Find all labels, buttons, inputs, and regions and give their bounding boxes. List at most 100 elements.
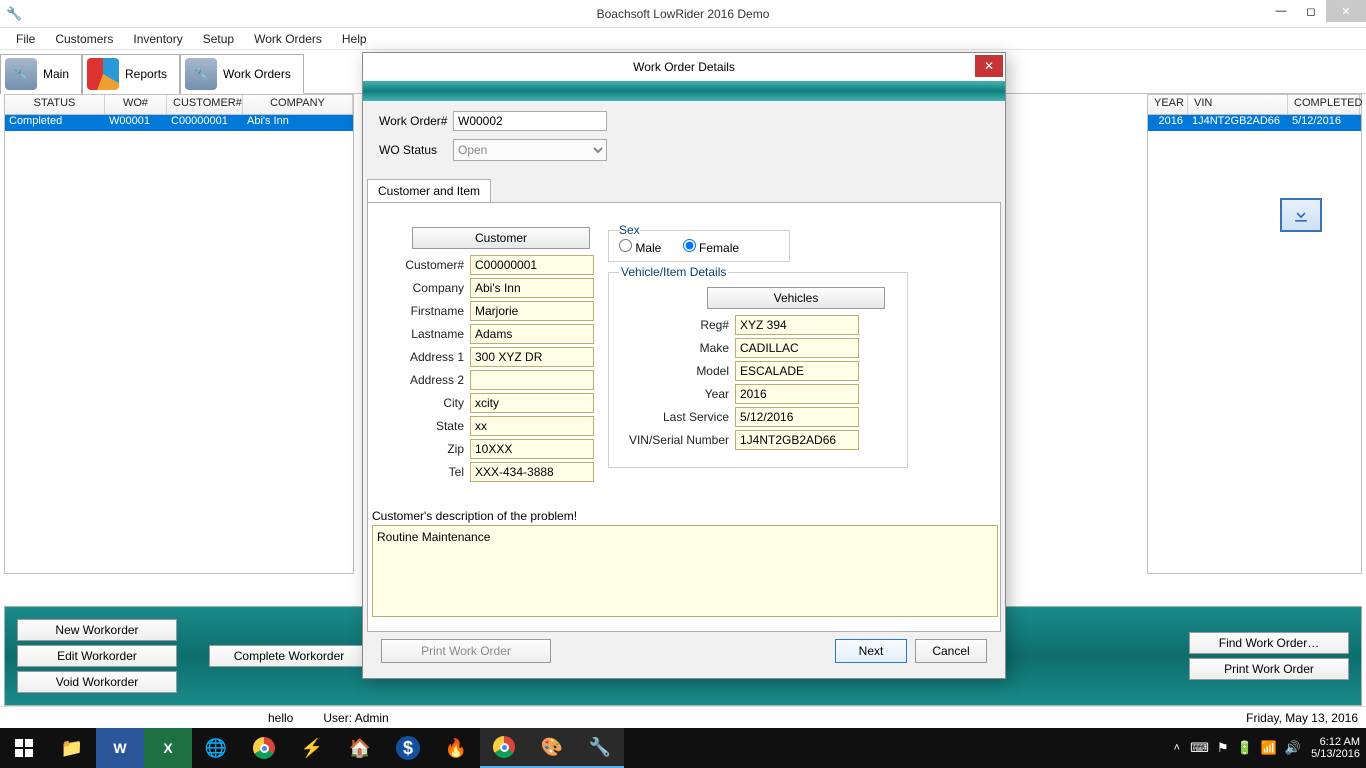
col-status[interactable]: STATUS xyxy=(5,95,105,114)
work-order-details-dialog: Work Order Details ✕ Work Order# WO Stat… xyxy=(362,52,1006,679)
firstname-label: Firstname xyxy=(392,304,464,318)
download-button[interactable] xyxy=(1280,198,1322,232)
sex-legend: Sex xyxy=(619,223,640,237)
company-input[interactable] xyxy=(470,278,594,298)
flame-icon[interactable]: 🔥 xyxy=(432,728,480,768)
col-wo[interactable]: WO# xyxy=(105,95,167,114)
col-company[interactable]: COMPANY xyxy=(243,95,353,114)
paint-icon[interactable]: 🎨 xyxy=(528,728,576,768)
reg-label: Reg# xyxy=(619,318,729,332)
dialog-next-button[interactable]: Next xyxy=(835,639,907,663)
dialog-titlebar: Work Order Details ✕ xyxy=(363,53,1005,81)
tel-input[interactable] xyxy=(470,462,594,482)
tab-customer-item[interactable]: Customer and Item xyxy=(367,179,491,202)
wrench-icon: 🔧 xyxy=(5,58,37,90)
tray-icons[interactable]: ⌨ ⚑ 🔋 📶 🔊 xyxy=(1190,740,1301,756)
wo-number-label: Work Order# xyxy=(379,114,453,128)
dialog-close-button[interactable]: ✕ xyxy=(975,55,1003,77)
edit-workorder-button[interactable]: Edit Workorder xyxy=(17,645,177,667)
model-label: Model xyxy=(619,364,729,378)
menu-customers[interactable]: Customers xyxy=(45,30,123,48)
menu-setup[interactable]: Setup xyxy=(193,30,244,48)
vehicle-grid[interactable]: YEAR VIN COMPLETED 2016 1J4NT2GB2AD66 5/… xyxy=(1147,94,1362,574)
minimize-button[interactable]: — xyxy=(1266,0,1296,22)
volume-icon[interactable]: 🔊 xyxy=(1285,740,1301,756)
find-workorder-button[interactable]: Find Work Order… xyxy=(1189,632,1349,654)
model-input[interactable] xyxy=(735,361,859,381)
dialog-band xyxy=(363,81,1005,101)
firstname-input[interactable] xyxy=(470,301,594,321)
window-title: Boachsoft LowRider 2016 Demo xyxy=(597,7,770,21)
year-input[interactable] xyxy=(735,384,859,404)
wo-number-input[interactable] xyxy=(453,111,607,131)
col-completed[interactable]: COMPLETED xyxy=(1288,95,1360,114)
sex-female-option[interactable]: Female xyxy=(683,241,739,255)
app-icon: 🔧 xyxy=(6,6,22,22)
complete-workorder-button[interactable]: Complete Workorder xyxy=(209,645,369,667)
menu-work-orders[interactable]: Work Orders xyxy=(244,30,332,48)
taskbar: 📁 W X 🌐 ⚡ 🏠 $ 🔥 🎨 🔧 ˄ ⌨ ⚑ 🔋 📶 🔊 6:12 AM … xyxy=(0,728,1366,768)
new-workorder-button[interactable]: New Workorder xyxy=(17,619,177,641)
explorer-icon[interactable]: 📁 xyxy=(48,728,96,768)
address1-input[interactable] xyxy=(470,347,594,367)
menu-help[interactable]: Help xyxy=(332,30,377,48)
window-titlebar: 🔧 Boachsoft LowRider 2016 Demo — ◻ ✕ xyxy=(0,0,1366,28)
chrome-icon[interactable] xyxy=(240,728,288,768)
last-service-label: Last Service xyxy=(619,410,729,424)
col-year[interactable]: YEAR xyxy=(1148,95,1188,114)
address2-input[interactable] xyxy=(470,370,594,390)
dialog-print-button[interactable]: Print Work Order xyxy=(381,639,551,663)
sex-male-option[interactable]: Male xyxy=(619,241,661,255)
last-service-input[interactable] xyxy=(735,407,859,427)
wo-status-select[interactable]: Open xyxy=(453,139,607,161)
col-customer[interactable]: CUSTOMER# xyxy=(167,95,243,114)
tab-main[interactable]: 🔧 Main xyxy=(0,54,82,94)
battery-icon[interactable]: 🔋 xyxy=(1237,740,1253,756)
chrome-task-icon[interactable] xyxy=(480,728,528,768)
flag-icon[interactable]: ⚑ xyxy=(1217,740,1229,756)
tray-up-icon[interactable]: ˄ xyxy=(1174,742,1180,754)
wifi-icon[interactable]: 📶 xyxy=(1261,740,1277,756)
description-textarea[interactable] xyxy=(372,525,998,617)
tab-main-label: Main xyxy=(43,67,69,81)
pie-chart-icon xyxy=(87,58,119,90)
dialog-cancel-button[interactable]: Cancel xyxy=(915,639,987,663)
vin-input[interactable] xyxy=(735,430,859,450)
maximize-button[interactable]: ◻ xyxy=(1296,0,1326,22)
taskbar-clock[interactable]: 6:12 AM 5/13/2016 xyxy=(1311,736,1360,760)
excel-icon[interactable]: X xyxy=(144,728,192,768)
customer-number-input[interactable] xyxy=(470,255,594,275)
print-workorder-button[interactable]: Print Work Order xyxy=(1189,658,1349,680)
close-button[interactable]: ✕ xyxy=(1326,0,1366,22)
work-orders-grid[interactable]: STATUS WO# CUSTOMER# COMPANY Completed W… xyxy=(4,94,354,574)
start-button[interactable] xyxy=(0,728,48,768)
col-vin[interactable]: VIN xyxy=(1188,95,1288,114)
keyboard-icon[interactable]: ⌨ xyxy=(1190,740,1209,756)
city-input[interactable] xyxy=(470,393,594,413)
status-user: User: Admin xyxy=(323,711,388,725)
vehicle-legend: Vehicle/Item Details xyxy=(619,265,728,279)
tab-reports-label: Reports xyxy=(125,67,167,81)
tab-reports[interactable]: Reports xyxy=(82,54,180,94)
make-input[interactable] xyxy=(735,338,859,358)
app-task-icon[interactable]: 🔧 xyxy=(576,728,624,768)
menubar: File Customers Inventory Setup Work Orde… xyxy=(0,28,1366,50)
void-workorder-button[interactable]: Void Workorder xyxy=(17,671,177,693)
dollar-icon[interactable]: $ xyxy=(384,728,432,768)
bolt-icon[interactable]: ⚡ xyxy=(288,728,336,768)
status-bar: hello User: Admin Friday, May 13, 2016 xyxy=(0,706,1366,728)
house-icon[interactable]: 🏠 xyxy=(336,728,384,768)
table-row[interactable]: Completed W00001 C00000001 Abi's Inn xyxy=(5,115,353,131)
ie-icon[interactable]: 🌐 xyxy=(192,728,240,768)
tab-work-orders[interactable]: 🔧 Work Orders xyxy=(180,54,304,94)
menu-file[interactable]: File xyxy=(6,30,45,48)
word-icon[interactable]: W xyxy=(96,728,144,768)
reg-input[interactable] xyxy=(735,315,859,335)
zip-input[interactable] xyxy=(470,439,594,459)
vehicles-button[interactable]: Vehicles xyxy=(707,287,885,309)
lastname-input[interactable] xyxy=(470,324,594,344)
state-input[interactable] xyxy=(470,416,594,436)
customer-button[interactable]: Customer xyxy=(412,227,590,249)
table-row[interactable]: 2016 1J4NT2GB2AD66 5/12/2016 xyxy=(1148,115,1361,131)
menu-inventory[interactable]: Inventory xyxy=(123,30,192,48)
